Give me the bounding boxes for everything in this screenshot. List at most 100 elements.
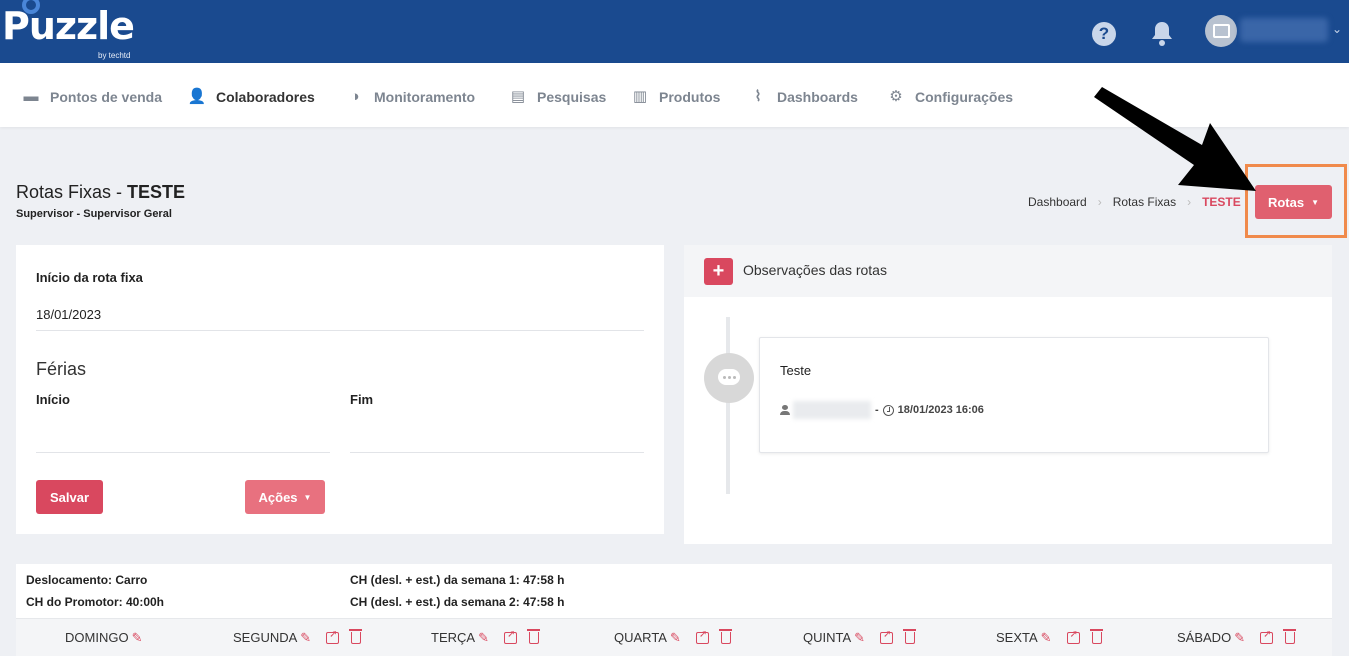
vacation-start-field[interactable]: [36, 452, 330, 453]
weekdays-header-row: DOMINGO ✎ SEGUNDA ✎ TERÇA ✎ QUARTA ✎ QUI…: [16, 618, 1332, 656]
save-button[interactable]: Salvar: [36, 480, 103, 514]
breadcrumb-separator-icon: ›: [1187, 195, 1192, 209]
start-date-label: Início da rota fixa: [36, 270, 143, 285]
timeline-line: [726, 317, 730, 494]
route-summary-panel: Deslocamento: Carro CH do Promotor: 40:0…: [16, 564, 1332, 656]
vacation-start-label: Início: [36, 392, 70, 407]
start-date-underline: [36, 330, 644, 331]
day-column-sexta: SEXTA ✎: [996, 628, 1103, 645]
nav-item-label: Pontos de venda: [50, 89, 163, 105]
edit-pencil-icon[interactable]: ✎: [478, 630, 492, 645]
monitoring-icon: ◑: [350, 88, 360, 105]
vacation-heading: Férias: [36, 359, 87, 379]
day-label: DOMINGO: [65, 630, 129, 645]
nav-item-label: Configurações: [915, 89, 1014, 105]
observations-header: + Observações das rotas: [684, 245, 1332, 297]
nav-item-label: Colaboradores: [216, 89, 315, 105]
bell-icon[interactable]: [1150, 20, 1174, 48]
actions-button-label: Ações: [258, 489, 298, 505]
edit-pencil-icon[interactable]: ✎: [1234, 630, 1248, 645]
actions-dropdown-button[interactable]: Ações ▼: [245, 480, 325, 514]
edit-pencil-icon[interactable]: ✎: [854, 630, 868, 645]
share-icon[interactable]: [880, 629, 894, 644]
day-column-quarta: QUARTA ✎: [614, 628, 732, 645]
observation-datetime: 18/01/2023 16:06: [897, 404, 984, 416]
start-date-field[interactable]: 18/01/2023: [36, 307, 101, 322]
share-icon[interactable]: [695, 629, 709, 644]
trash-icon[interactable]: [1283, 628, 1297, 644]
nav-item-monitoramento[interactable]: ◑ Monitoramento: [345, 87, 475, 107]
nav-item-label: Dashboards: [777, 89, 858, 105]
trash-icon[interactable]: [903, 628, 917, 644]
nav-item-colaboradores[interactable]: 👤 Colaboradores: [187, 87, 315, 107]
trash-icon[interactable]: [718, 628, 732, 644]
nav-item-pesquisas[interactable]: ▤ Pesquisas: [508, 87, 606, 107]
users-icon: 👤: [187, 88, 207, 105]
help-icon[interactable]: ?: [1092, 22, 1116, 46]
rotas-button-label: Rotas: [1267, 194, 1305, 210]
nav-item-produtos[interactable]: ▥ Produtos: [630, 87, 721, 107]
share-icon[interactable]: [1260, 629, 1274, 644]
observations-card: + Observações das rotas Teste - 18/01/20…: [684, 245, 1332, 544]
chart-icon: ⌇: [754, 88, 762, 105]
day-label: SÁBADO: [1177, 630, 1232, 645]
nav-item-pontos-de-venda[interactable]: ▬ Pontos de venda: [21, 87, 163, 107]
avatar[interactable]: [1205, 15, 1237, 47]
breadcrumb: Dashboard › Rotas Fixas › TESTE: [1028, 195, 1241, 209]
breadcrumb-separator-icon: ›: [1097, 195, 1102, 209]
trash-icon[interactable]: [527, 628, 541, 644]
nav-item-configuracoes[interactable]: ⚙ Configurações: [886, 87, 1013, 107]
add-observation-button[interactable]: +: [704, 258, 733, 285]
survey-icon: ▤: [510, 88, 526, 105]
trash-icon[interactable]: [1089, 628, 1103, 644]
day-label: SEXTA: [996, 630, 1038, 645]
caret-down-icon: ▼: [303, 492, 312, 502]
user-icon: [780, 405, 790, 415]
route-form-card: Início da rota fixa 18/01/2023 Férias In…: [16, 245, 664, 534]
share-icon[interactable]: [326, 629, 340, 644]
day-label: SEGUNDA: [233, 630, 298, 645]
user-menu-chevron-down-icon[interactable]: ⌄: [1332, 22, 1342, 36]
week2-hours-info: CH (desl. + est.) da semana 2: 47:58 h: [350, 595, 565, 609]
barcode-icon: ▥: [632, 88, 648, 105]
transport-info: Deslocamento: Carro: [26, 573, 148, 587]
rotas-dropdown-button[interactable]: Rotas ▼: [1255, 185, 1332, 219]
page-subtitle: Supervisor - Supervisor Geral: [16, 208, 172, 220]
nav-item-label: Produtos: [659, 89, 721, 105]
promoter-hours-info: CH do Promotor: 40:00h: [26, 595, 165, 609]
user-name-redacted[interactable]: [1240, 18, 1328, 42]
edit-pencil-icon[interactable]: ✎: [132, 630, 146, 645]
page-title-prefix: Rotas Fixas -: [16, 182, 128, 202]
breadcrumb-item-dashboard[interactable]: Dashboard: [1028, 195, 1087, 209]
nav-item-label: Monitoramento: [374, 89, 476, 105]
caret-down-icon: ▼: [1311, 197, 1320, 207]
image-icon: [1213, 24, 1230, 38]
observations-title: Observações das rotas: [743, 262, 887, 278]
nav-item-label: Pesquisas: [537, 89, 607, 105]
logo[interactable]: Puzzle by techtd: [2, 0, 135, 60]
edit-pencil-icon[interactable]: ✎: [670, 630, 684, 645]
trash-icon[interactable]: [349, 628, 363, 644]
day-column-quinta: QUINTA ✎: [803, 628, 917, 645]
week1-hours-info: CH (desl. + est.) da semana 1: 47:58 h: [350, 573, 565, 587]
observation-text: Teste: [780, 363, 812, 378]
share-icon[interactable]: [504, 629, 518, 644]
pointer-arrow-annotation: [1094, 87, 1256, 191]
day-label: QUARTA: [614, 630, 667, 645]
share-icon[interactable]: [1066, 629, 1080, 644]
logo-text: Puzzle: [2, 4, 135, 48]
gears-icon: ⚙: [889, 88, 903, 105]
vacation-end-label: Fim: [350, 392, 374, 407]
breadcrumb-item-rotas-fixas[interactable]: Rotas Fixas: [1113, 195, 1176, 209]
edit-pencil-icon[interactable]: ✎: [1041, 630, 1055, 645]
author-name-redacted: [793, 401, 871, 419]
logo-subtext: by techtd: [98, 51, 131, 60]
vacation-end-field[interactable]: [350, 452, 644, 453]
edit-pencil-icon[interactable]: ✎: [300, 630, 314, 645]
top-bar: Puzzle by techtd ? ⌄: [0, 0, 1349, 63]
day-label: QUINTA: [803, 630, 852, 645]
day-column-domingo: DOMINGO ✎: [65, 630, 146, 645]
nav-item-dashboards[interactable]: ⌇ Dashboards: [748, 87, 858, 107]
day-column-sabado: SÁBADO ✎: [1177, 628, 1297, 645]
observation-entry: Teste - 18/01/2023 16:06: [759, 337, 1269, 453]
